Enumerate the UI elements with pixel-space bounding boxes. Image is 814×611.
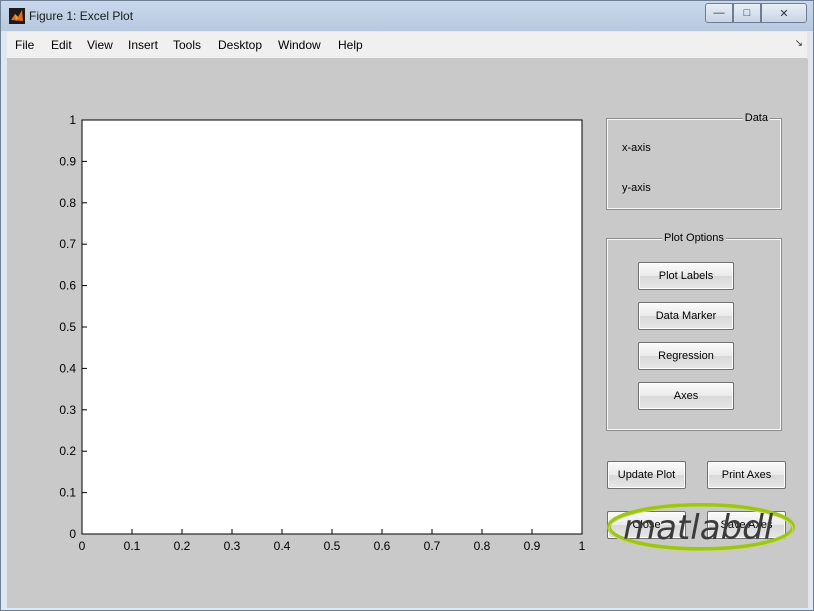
- axes-button[interactable]: Axes: [638, 382, 734, 410]
- maximize-button[interactable]: □: [733, 3, 761, 23]
- x-tick-label: 0.9: [524, 539, 541, 553]
- x-tick-label: 0.1: [124, 539, 141, 553]
- menu-file[interactable]: File: [15, 38, 34, 52]
- print-axes-button[interactable]: Print Axes: [707, 461, 786, 489]
- y-tick-label: 0.5: [59, 320, 76, 334]
- y-tick-label: 0: [69, 527, 76, 541]
- x-tick-label: 0.8: [474, 539, 491, 553]
- menu-insert[interactable]: Insert: [128, 38, 158, 52]
- update-plot-button[interactable]: Update Plot: [607, 461, 686, 489]
- watermark-text: matlabdl: [623, 508, 774, 548]
- y-tick-label: 0.9: [59, 154, 76, 168]
- plot-options-title: Plot Options: [662, 232, 726, 244]
- matlabdl-watermark-logo: matlabdl: [607, 503, 795, 552]
- y-tick-label: 0.2: [59, 444, 76, 458]
- data-panel: Data x-axis y-axis: [606, 112, 782, 210]
- menu-help[interactable]: Help: [338, 38, 363, 52]
- axes-area[interactable]: [81, 119, 583, 535]
- menu-view[interactable]: View: [87, 38, 113, 52]
- menu-desktop[interactable]: Desktop: [218, 38, 262, 52]
- x-tick-label: 0.2: [174, 539, 191, 553]
- x-tick-label: 0.5: [324, 539, 341, 553]
- dock-arrow-icon[interactable]: ↘: [795, 38, 803, 49]
- y-tick-label: 0.6: [59, 279, 76, 293]
- close-window-button[interactable]: ✕: [761, 3, 807, 23]
- y-tick-label: 0.7: [59, 237, 76, 251]
- y-tick-label: 0.1: [59, 486, 76, 500]
- menu-tools[interactable]: Tools: [173, 38, 201, 52]
- y-tick-label: 0.4: [59, 361, 76, 375]
- y-tick-label: 0.8: [59, 196, 76, 210]
- data-marker-button[interactable]: Data Marker: [638, 302, 734, 330]
- matlab-icon: [9, 8, 25, 24]
- title-bar[interactable]: Figure 1: Excel Plot — □ ✕: [1, 1, 813, 31]
- x-tick-label: 0.3: [224, 539, 241, 553]
- x-axis-label: x-axis: [622, 142, 651, 154]
- figure-window: Figure 1: Excel Plot — □ ✕ File Edit Vie…: [0, 0, 814, 611]
- regression-button[interactable]: Regression: [638, 342, 734, 370]
- y-tick-label: 1: [69, 113, 76, 127]
- window-controls: — □ ✕: [705, 3, 807, 23]
- menu-window[interactable]: Window: [278, 38, 321, 52]
- plot-labels-button[interactable]: Plot Labels: [638, 262, 734, 290]
- x-tick-label: 0.4: [274, 539, 291, 553]
- y-axis-label: y-axis: [622, 182, 651, 194]
- minimize-button[interactable]: —: [705, 3, 733, 23]
- x-tick-label: 0.6: [374, 539, 391, 553]
- window-title: Figure 1: Excel Plot: [29, 9, 134, 23]
- y-tick-label: 0.3: [59, 403, 76, 417]
- x-tick-label: 1: [579, 539, 586, 553]
- data-panel-title: Data: [742, 112, 770, 124]
- x-tick-label: 0: [79, 539, 86, 553]
- x-tick-label: 0.7: [424, 539, 441, 553]
- menu-edit[interactable]: Edit: [51, 38, 72, 52]
- plot-options-panel: Plot Options Plot Labels Data Marker Reg…: [606, 232, 782, 431]
- menu-bar: File Edit View Insert Tools Desktop Wind…: [7, 32, 807, 59]
